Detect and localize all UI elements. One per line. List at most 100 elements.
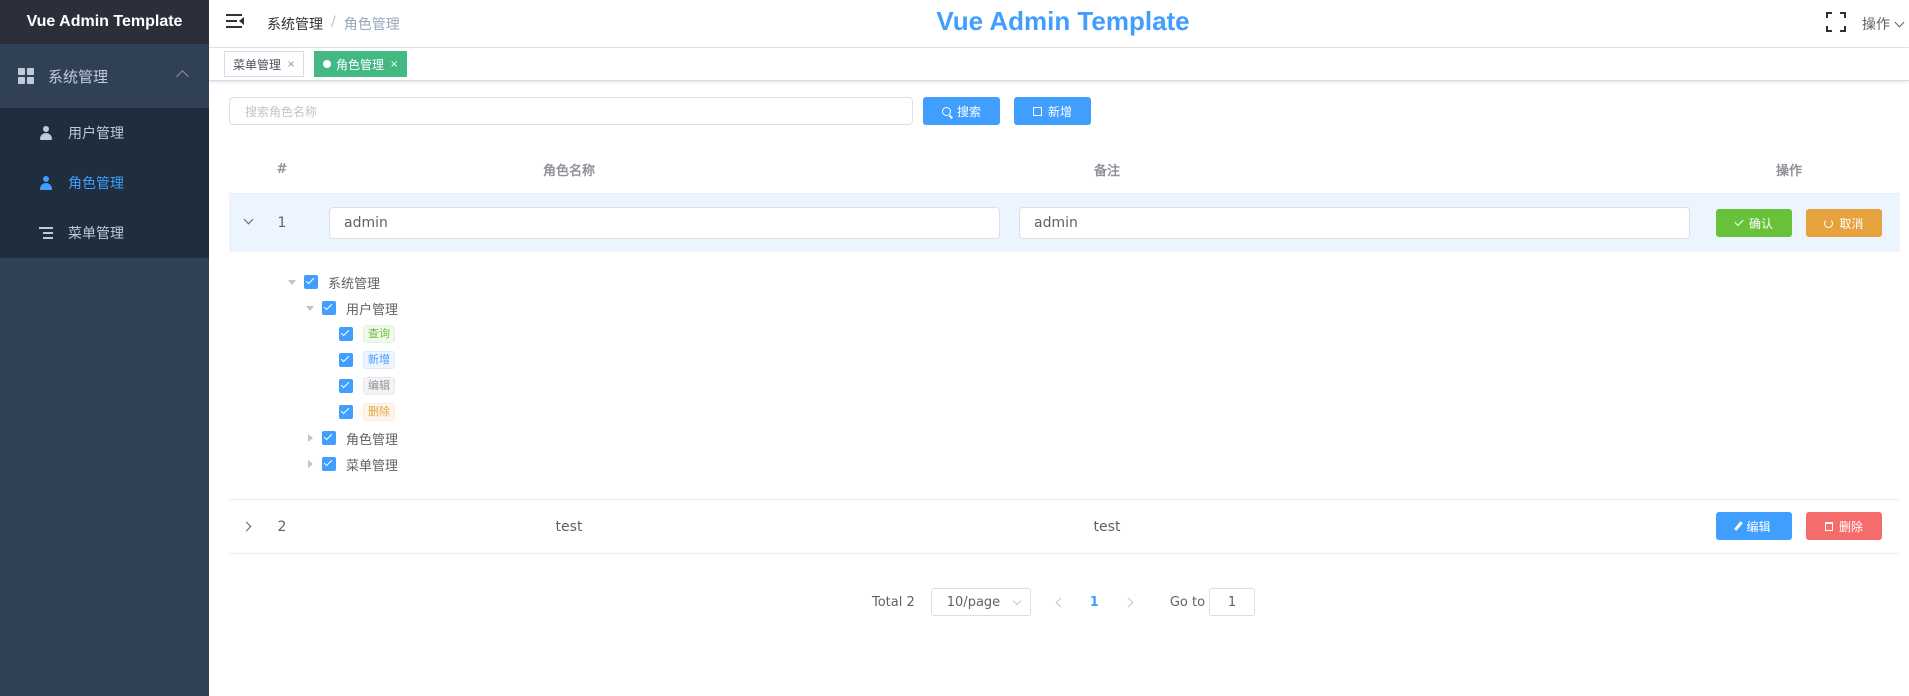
perm-tag: 查询: [363, 325, 395, 343]
caret-down-icon[interactable]: [306, 305, 314, 311]
add-button-label: 新增: [1047, 104, 1072, 119]
table-row: 2 test test 编辑 删除: [229, 500, 1900, 554]
goto-label: Go to: [1169, 594, 1206, 610]
tree-node-label: 菜单管理: [346, 458, 399, 474]
active-dot-icon: [323, 60, 331, 68]
checkbox-checked[interactable]: [339, 405, 353, 419]
tag-label: 角色管理: [336, 57, 385, 72]
sidebar-item-label: 角色管理: [68, 176, 124, 192]
tree-node-label: 用户管理: [346, 302, 399, 318]
page-size-value: 10/page: [946, 594, 1001, 610]
users-icon: [38, 125, 54, 141]
chevron-up-icon: [176, 70, 189, 83]
perm-tag: 新增: [363, 351, 395, 369]
checkbox-checked[interactable]: [322, 301, 336, 315]
tree-node-perm-edit[interactable]: 编辑: [339, 376, 395, 396]
confirm-button[interactable]: 确认: [1716, 209, 1792, 237]
tree-node-roles[interactable]: 角色管理: [306, 428, 398, 448]
role-name-input[interactable]: admin: [329, 207, 1000, 239]
caret-down-icon[interactable]: [288, 279, 296, 285]
sidebar-item-label: 用户管理: [68, 126, 124, 142]
search-button[interactable]: 搜索: [923, 97, 1000, 125]
tree-node-users[interactable]: 用户管理: [306, 298, 398, 318]
cancel-button[interactable]: 取消: [1806, 209, 1882, 237]
close-icon[interactable]: ×: [390, 59, 398, 70]
sidebar-item-users[interactable]: 用户管理: [0, 108, 209, 158]
checkbox-checked[interactable]: [322, 431, 336, 445]
edit-button[interactable]: 编辑: [1716, 512, 1792, 540]
header-role-name: 角色名称: [542, 164, 595, 179]
operations-dropdown[interactable]: 操作: [1862, 14, 1905, 34]
checkbox-checked[interactable]: [304, 275, 318, 289]
checkbox-checked[interactable]: [339, 353, 353, 367]
checkbox-checked[interactable]: [322, 457, 336, 471]
search-button-label: 搜索: [956, 104, 981, 119]
remark-input[interactable]: admin: [1019, 207, 1690, 239]
close-icon[interactable]: ×: [287, 59, 295, 70]
tag-role-management[interactable]: 角色管理 ×: [314, 51, 408, 77]
sidebar-logo[interactable]: Vue Admin Template: [0, 0, 209, 44]
tag-menu-management[interactable]: 菜单管理 ×: [224, 51, 305, 77]
grid-icon: [18, 68, 34, 84]
sidebar: Vue Admin Template 系统管理 用户管理 角色管理 菜单管理: [0, 0, 209, 696]
user-icon: [38, 175, 54, 191]
caret-right-icon[interactable]: [308, 460, 313, 468]
page-number[interactable]: 1: [1090, 595, 1099, 610]
row-index: 1: [277, 215, 287, 231]
list-icon: [38, 225, 54, 241]
edit-button-label: 编辑: [1746, 519, 1771, 534]
edit-icon: [1734, 521, 1744, 531]
search-input[interactable]: 搜索角色名称: [229, 97, 913, 125]
refresh-icon: [1824, 218, 1834, 228]
sidebar-item-roles[interactable]: 角色管理: [0, 158, 209, 208]
roles-table: # 角色名称 备注 操作 1 admin admin 确认 取消 系统管理 用户…: [229, 146, 1900, 554]
tree-node-perm-query[interactable]: 查询: [339, 324, 395, 344]
checkbox-checked[interactable]: [339, 327, 353, 341]
table-row: 1 admin admin 确认 取消: [229, 194, 1900, 252]
chevron-down-icon[interactable]: [243, 214, 254, 225]
checkbox-checked[interactable]: [339, 379, 353, 393]
tree-node-menus[interactable]: 菜单管理: [306, 454, 398, 474]
sidebar-menu-system-label: 系统管理: [48, 67, 109, 86]
pagination: Total 2 10/page 1 Go to 1: [872, 588, 1256, 616]
header-index: #: [276, 162, 288, 177]
table-header: # 角色名称 备注 操作: [229, 146, 1900, 194]
pagination-total: Total 2: [872, 594, 915, 610]
header-remark: 备注: [1093, 164, 1120, 179]
operations-label: 操作: [1862, 17, 1890, 33]
sidebar-item-menus[interactable]: 菜单管理: [0, 208, 209, 258]
page-size-select[interactable]: 10/page: [930, 588, 1031, 616]
goto-input[interactable]: 1: [1209, 588, 1256, 616]
perm-tag: 删除: [363, 403, 395, 421]
add-button[interactable]: 新增: [1014, 97, 1091, 125]
sidebar-item-label: 菜单管理: [68, 226, 124, 242]
cancel-button-label: 取消: [1839, 216, 1864, 231]
role-name-cell: test: [555, 518, 583, 535]
prev-page-icon[interactable]: [1055, 597, 1066, 607]
tree-node-system[interactable]: 系统管理: [288, 272, 380, 292]
fullscreen-icon[interactable]: [1826, 12, 1846, 32]
row-index: 2: [277, 518, 287, 535]
sidebar-submenu: 用户管理 角色管理 菜单管理: [0, 108, 209, 258]
caret-right-icon[interactable]: [308, 434, 313, 442]
edit-icon: [1032, 106, 1042, 116]
permission-tree: 系统管理 用户管理 查询 新增 编辑 删除 角色管理 菜单管理: [229, 252, 1900, 500]
confirm-button-label: 确认: [1748, 216, 1773, 231]
chevron-right-icon[interactable]: [241, 521, 252, 532]
navbar: 系统管理 / 角色管理 Vue Admin Template 操作: [209, 0, 1909, 48]
search-icon: [941, 106, 951, 116]
tree-node-label: 系统管理: [328, 276, 381, 292]
tree-node-perm-delete[interactable]: 删除: [339, 402, 395, 422]
delete-button[interactable]: 删除: [1806, 512, 1882, 540]
sidebar-menu-system[interactable]: 系统管理: [0, 44, 209, 108]
check-icon: [1734, 216, 1744, 227]
tree-node-perm-add[interactable]: 新增: [339, 350, 395, 370]
page-title: Vue Admin Template: [936, 6, 1190, 36]
goto-page: Go to 1: [1169, 588, 1256, 616]
chevron-down-icon: [1894, 17, 1905, 27]
next-page-icon[interactable]: [1123, 597, 1134, 607]
header-actions: 操作: [1775, 164, 1802, 179]
trash-icon: [1824, 521, 1833, 531]
tag-label: 菜单管理: [233, 57, 282, 72]
tags-view: 菜单管理 × 角色管理 ×: [209, 48, 1909, 81]
